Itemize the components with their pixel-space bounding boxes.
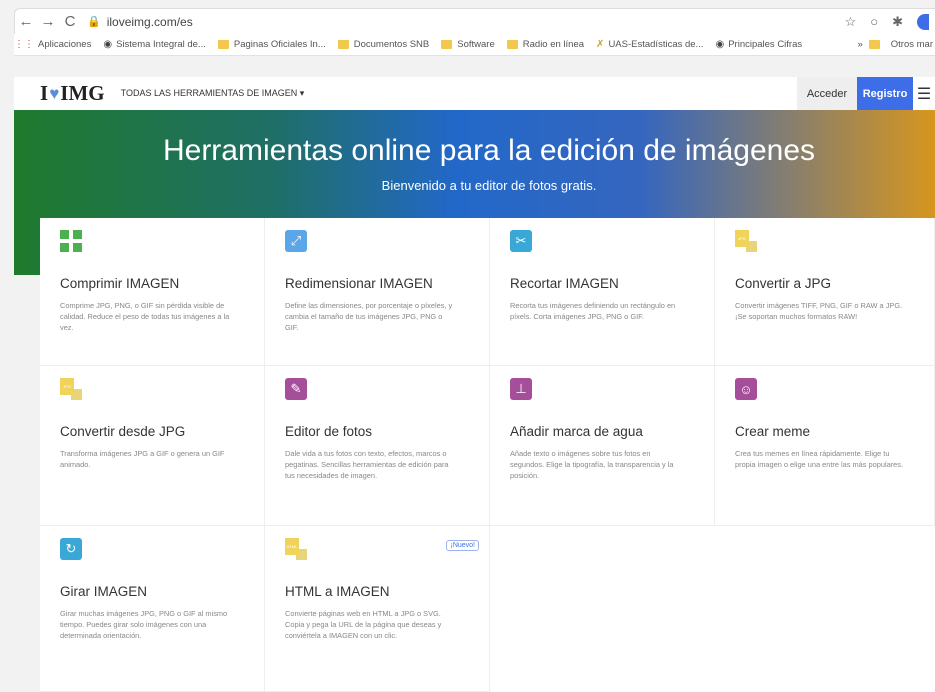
login-button[interactable]: Acceder	[797, 77, 857, 110]
browser-window: ← → C 🔒 iloveimg.com/es ☆ ○ ✱ ⋮⋮ Aplicaci…	[0, 0, 935, 692]
bookmarks-bar: ⋮⋮ Aplicaciones ◉ Sistema Integral de... P…	[14, 34, 935, 56]
browser-actions: ☆ ○ ✱	[845, 13, 935, 30]
tool-title: Crear meme	[735, 424, 811, 439]
tool-title: Girar IMAGEN	[60, 584, 148, 599]
tool-description: Dale vida a tus fotos con texto, efectos…	[285, 449, 449, 480]
tool-card-convert-to-jpg[interactable]: JPG Convertir a JPG Convertir imágenes T…	[715, 218, 935, 366]
tool-title: Editor de fotos	[285, 424, 373, 439]
tool-title: Recortar IMAGEN	[510, 276, 619, 291]
tool-card-compress[interactable]: Comprimir IMAGEN Comprime JPG, PNG, o GI…	[40, 218, 265, 366]
tool-card-photo-editor[interactable]: ✎ Editor de fotos Dale vida a tus fotos …	[265, 366, 490, 526]
uas-icon: ✗	[596, 39, 605, 50]
html-to-image-icon: HTML	[285, 538, 307, 560]
apps-grid-icon: ⋮⋮	[14, 39, 34, 50]
other-bookmarks[interactable]: Otros mar	[891, 39, 933, 50]
folder-icon	[337, 40, 349, 49]
convert-to-jpg-icon: JPG	[735, 230, 757, 252]
logo[interactable]: I ♥ IMG	[40, 81, 105, 106]
folder-icon	[868, 40, 880, 49]
tool-title: Convertir desde JPG	[60, 424, 186, 439]
hero-subtitle: Bienvenido a tu editor de fotos gratis.	[381, 178, 597, 193]
folder-icon	[506, 40, 518, 49]
tool-title: Convertir a JPG	[735, 276, 832, 291]
tool-description: Recorta tus imágenes definiendo un rectá…	[510, 301, 676, 321]
watermark-icon: ⊥	[510, 378, 532, 400]
site-header: I ♥ IMG TODAS LAS HERRAMIENTAS DE IMAGEN…	[14, 77, 935, 110]
bookmark-radio[interactable]: Radio en línea	[506, 39, 584, 50]
bookmark-paginas[interactable]: Paginas Oficiales In...	[217, 39, 326, 50]
resize-icon: ⤢	[285, 230, 307, 252]
tool-description: Añade texto o imágenes sobre tus fotos e…	[510, 449, 674, 480]
tool-description: Girar muchas imágenes JPG, PNG o GIF al …	[60, 609, 228, 640]
tool-description: Transforma imágenes JPG a GIF o genera u…	[60, 449, 225, 469]
url-field[interactable]: iloveimg.com/es	[107, 15, 193, 29]
convert-from-jpg-icon: JPG	[60, 378, 82, 400]
new-badge: ¡Nuevo!	[446, 540, 479, 551]
hero-title: Herramientas online para la edición de i…	[162, 134, 816, 167]
rotate-icon: ↻	[60, 538, 82, 560]
empty-cell	[715, 526, 935, 692]
bookmark-software[interactable]: Software	[441, 39, 495, 50]
lock-icon: 🔒	[87, 16, 101, 28]
bookmark-cifras[interactable]: ◉ Principales Cifras	[715, 39, 802, 50]
folder-icon	[217, 40, 229, 49]
back-icon[interactable]: ←	[15, 13, 37, 30]
tool-description: Convertir imágenes TIFF, PNG, GIF o RAW …	[735, 301, 903, 321]
more-bookmarks-button[interactable]: »	[857, 39, 862, 50]
all-tools-menu[interactable]: TODAS LAS HERRAMIENTAS DE IMAGEN ▾	[121, 88, 305, 99]
crop-icon: ✂	[510, 230, 532, 252]
tool-description: Comprime JPG, PNG, o GIF sin pérdida vis…	[60, 301, 230, 332]
tool-card-rotate[interactable]: ↻ Girar IMAGEN Girar muchas imágenes JPG…	[40, 526, 265, 692]
meme-icon: ☺	[735, 378, 757, 400]
extension-icon[interactable]: ○	[870, 14, 878, 29]
reload-icon[interactable]: C	[59, 13, 81, 30]
profile-icon[interactable]	[917, 13, 929, 30]
tool-card-convert-from-jpg[interactable]: JPG Convertir desde JPG Transforma imáge…	[40, 366, 265, 526]
tool-card-watermark[interactable]: ⊥ Añadir marca de agua Añade texto o imá…	[490, 366, 715, 526]
tool-title: Comprimir IMAGEN	[60, 276, 180, 291]
tool-description: Define las dimensiones, por porcentaje o…	[285, 301, 453, 332]
tool-title: Redimensionar IMAGEN	[285, 276, 433, 291]
empty-cell	[490, 526, 715, 692]
menu-icon[interactable]: ☰	[913, 84, 935, 104]
tool-title: HTML a IMAGEN	[285, 584, 390, 599]
bookmark-uas[interactable]: ✗ UAS-Estadísticas de...	[596, 39, 703, 50]
tool-card-html-to-image[interactable]: ¡Nuevo! HTML HTML a IMAGEN Convierte pág…	[265, 526, 490, 692]
bookmark-apps[interactable]: ⋮⋮ Aplicaciones	[14, 39, 91, 50]
tool-description: Convierte páginas web en HTML a JPG o SV…	[285, 609, 442, 640]
forward-icon[interactable]: →	[37, 13, 59, 30]
folder-icon	[441, 40, 453, 49]
tool-card-resize[interactable]: ⤢ Redimensionar IMAGEN Define las dimens…	[265, 218, 490, 366]
bookmarks-overflow: » Otros mar	[857, 39, 935, 50]
puzzle-icon[interactable]: ✱	[892, 14, 903, 30]
bookmark-sistema[interactable]: ◉ Sistema Integral de...	[103, 39, 206, 50]
tool-card-crop[interactable]: ✂ Recortar IMAGEN Recorta tus imágenes d…	[490, 218, 715, 366]
tool-description: Crea tus memes en línea rápidamente. Eli…	[735, 449, 904, 469]
compress-icon	[60, 230, 82, 252]
globe-icon: ◉	[103, 39, 113, 50]
tools-grid: Comprimir IMAGEN Comprime JPG, PNG, o GI…	[40, 218, 935, 692]
star-icon[interactable]: ☆	[845, 14, 857, 30]
heart-icon: ♥	[49, 83, 60, 103]
signup-button[interactable]: Registro	[857, 77, 913, 110]
photo-editor-icon: ✎	[285, 378, 307, 400]
bookmark-documentos[interactable]: Documentos SNB	[337, 39, 429, 50]
tool-title: Añadir marca de agua	[510, 424, 643, 439]
address-bar-row: ← → C 🔒 iloveimg.com/es ☆ ○ ✱	[14, 8, 935, 34]
globe-icon: ◉	[715, 39, 725, 50]
tool-card-meme[interactable]: ☺ Crear meme Crea tus memes en línea ráp…	[715, 366, 935, 526]
